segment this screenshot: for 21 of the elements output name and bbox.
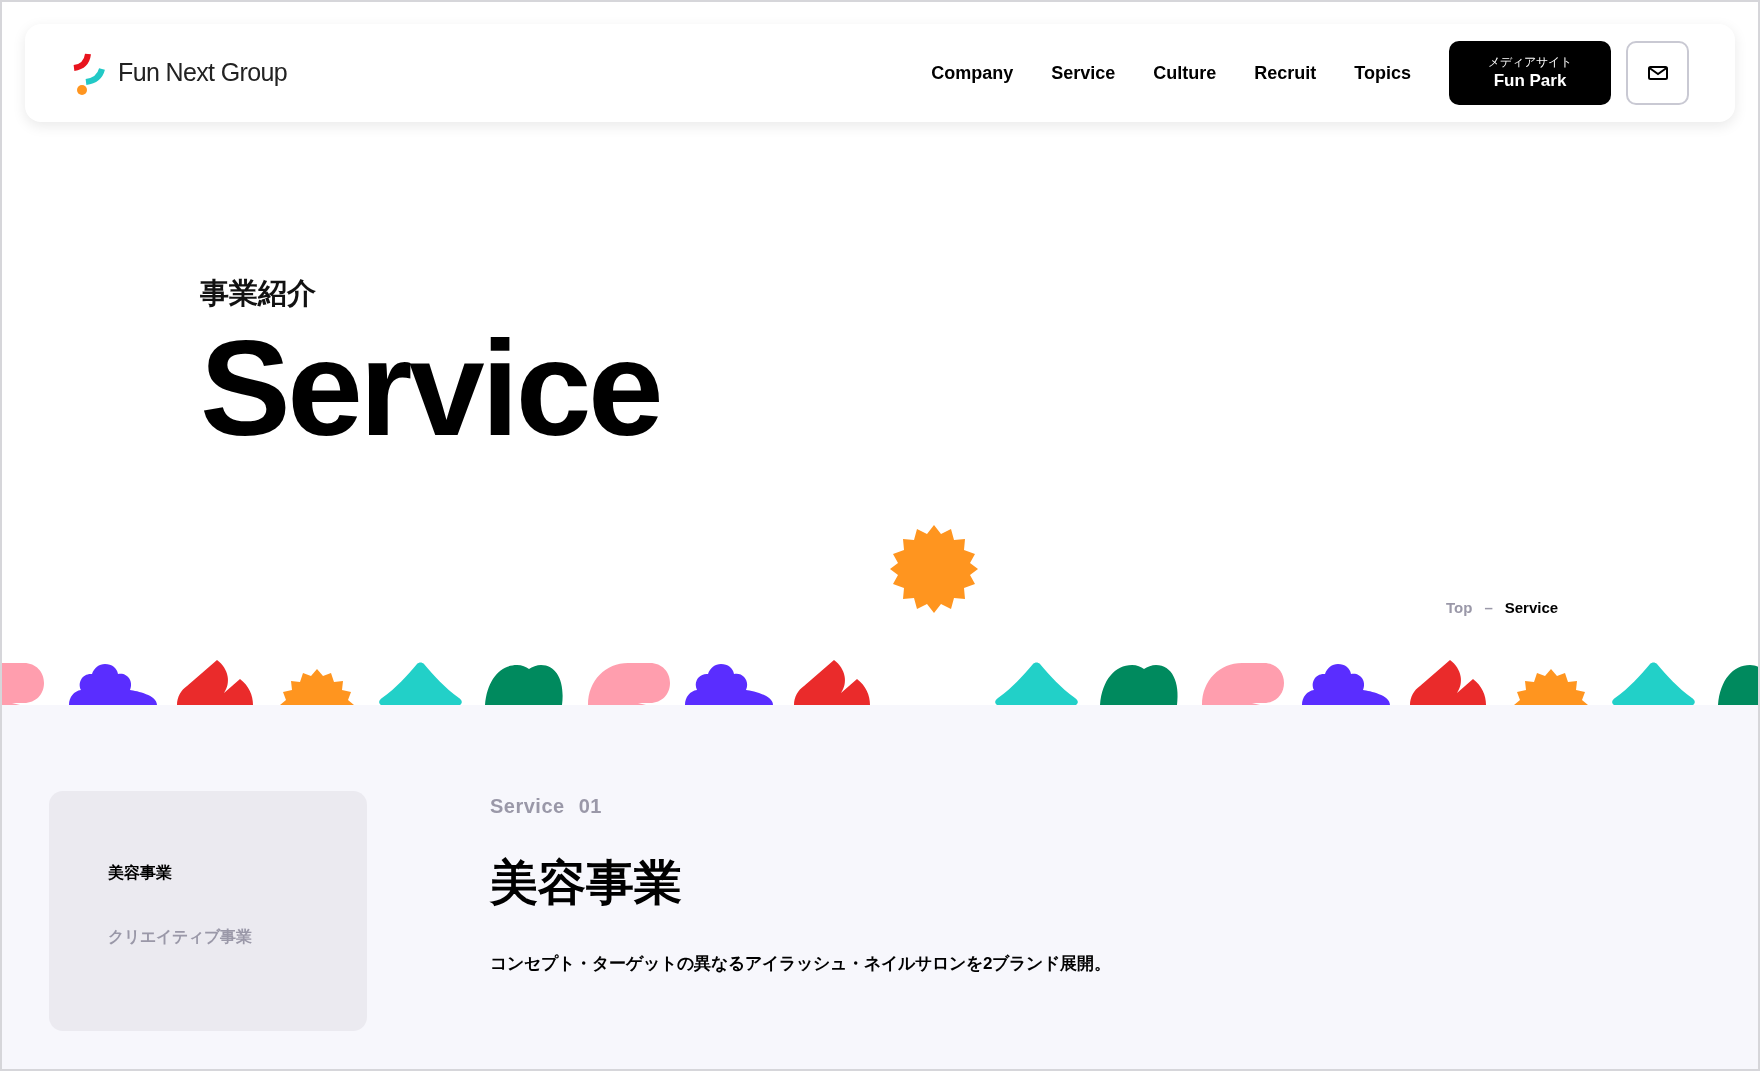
blob-shape	[2, 663, 44, 705]
sidebar-link[interactable]: 美容事業	[108, 861, 172, 885]
media-site-button[interactable]: メディアサイト Fun Park	[1449, 41, 1611, 105]
logo-text: Fun Next Group	[118, 57, 288, 89]
section-title: 美容事業	[490, 859, 682, 907]
starburst-icon	[890, 525, 978, 613]
nav-link[interactable]: Service	[1051, 59, 1116, 87]
page-subtitle: 事業紹介	[200, 276, 317, 311]
nav-link[interactable]: Company	[931, 59, 1014, 87]
section-description: コンセプト・ターゲットの異なるアイラッシュ・ネイルサロンを2ブランド展開。	[490, 953, 1112, 975]
nav-link[interactable]: Topics	[1354, 59, 1411, 87]
leaf-shape	[1718, 665, 1758, 705]
nav-link[interactable]: Culture	[1153, 59, 1217, 87]
breadcrumb-separator: –	[1484, 598, 1493, 618]
mail-icon	[1647, 66, 1668, 80]
breadcrumb-link[interactable]: Service	[1504, 597, 1559, 620]
mail-button[interactable]	[1626, 41, 1689, 105]
section-label: Service	[490, 794, 565, 819]
page-title: Service	[200, 319, 662, 456]
nav-link[interactable]: Recruit	[1254, 59, 1317, 87]
section-number: 01	[578, 794, 602, 819]
